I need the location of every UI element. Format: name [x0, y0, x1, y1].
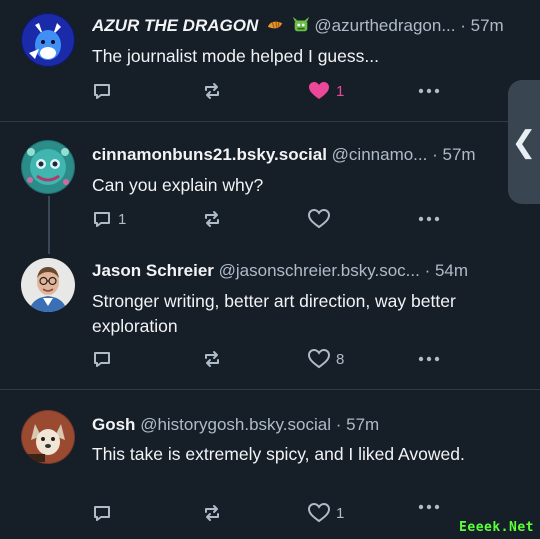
ellipsis-icon	[418, 216, 440, 222]
avatar[interactable]	[21, 258, 75, 312]
reply-button[interactable]	[92, 500, 118, 526]
reply-icon	[94, 84, 110, 99]
heart-outline-icon	[308, 209, 330, 229]
display-name[interactable]: cinnamonbuns21.bsky.social	[92, 145, 327, 164]
post-text: Stronger writing, better art direction, …	[92, 291, 456, 336]
like-button[interactable]: 8	[308, 346, 344, 372]
post-text: The journalist mode helped I guess...	[92, 46, 379, 66]
separator-dot: ·	[424, 261, 431, 280]
repost-icon	[205, 505, 219, 521]
post-actions: 1	[92, 206, 452, 232]
watermark: Eeeek.Net	[459, 520, 534, 535]
reply-icon	[94, 352, 110, 367]
handle[interactable]: @azurthedragon...	[314, 16, 455, 35]
croissant-icon	[267, 21, 283, 29]
reply-icon	[94, 212, 110, 227]
reply-button[interactable]	[92, 346, 118, 372]
post-azurthedragon[interactable]: AZUR THE DRAGON @azurthedragon... · 57m …	[0, 0, 540, 121]
timestamp[interactable]: 57m	[471, 16, 504, 35]
separator-dot: ·	[335, 415, 342, 434]
handle[interactable]: @jasonschreier.bsky.soc...	[219, 261, 420, 280]
display-name[interactable]: AZUR THE DRAGON	[92, 16, 258, 35]
like-count: 1	[336, 82, 345, 100]
dragon-face-icon	[292, 16, 309, 32]
post-jasonschreier[interactable]: Jason Schreier @jasonschreier.bsky.soc..…	[0, 244, 540, 389]
like-button[interactable]: 1	[308, 78, 344, 104]
avatar[interactable]	[21, 13, 75, 67]
like-button[interactable]: 1	[308, 500, 344, 526]
repost-icon	[205, 83, 219, 99]
repost-button[interactable]	[202, 206, 222, 232]
timestamp[interactable]: 54m	[435, 261, 468, 280]
post-cinnamonbuns21[interactable]: cinnamonbuns21.bsky.social @cinnamo... ·…	[0, 122, 540, 244]
heart-outline-icon	[308, 349, 330, 369]
repost-icon	[205, 351, 219, 367]
post-actions: 8	[92, 346, 452, 372]
post-header: cinnamonbuns21.bsky.social @cinnamo... ·…	[92, 144, 512, 166]
more-options-button[interactable]	[418, 78, 440, 104]
chevron-left-icon: ❮	[511, 125, 537, 159]
repost-button[interactable]	[202, 346, 222, 372]
handle[interactable]: @cinnamo...	[332, 145, 428, 164]
avatar[interactable]	[21, 410, 75, 464]
separator-dot: ·	[460, 16, 466, 35]
display-name[interactable]: Jason Schreier	[92, 261, 214, 280]
post-header: Jason Schreier @jasonschreier.bsky.soc..…	[92, 260, 518, 282]
ellipsis-icon	[418, 88, 440, 94]
like-count: 1	[336, 504, 345, 522]
side-panel-handle[interactable]: ❮	[508, 80, 540, 204]
post-actions: 1	[92, 78, 452, 104]
separator-dot: ·	[432, 145, 438, 164]
avatar[interactable]	[21, 140, 75, 194]
heart-filled-icon	[309, 82, 329, 99]
ellipsis-icon	[418, 356, 440, 362]
handle[interactable]: @historygosh.bsky.social	[140, 415, 331, 434]
reply-count: 1	[118, 210, 127, 228]
like-count: 8	[336, 350, 345, 368]
more-options-button[interactable]	[418, 346, 440, 372]
post-header: Gosh @historygosh.bsky.social · 57m	[92, 414, 518, 436]
heart-outline-icon	[308, 503, 330, 523]
timestamp[interactable]: 57m	[346, 415, 379, 434]
post-header: AZUR THE DRAGON @azurthedragon... · 57m	[92, 15, 518, 37]
ellipsis-icon	[418, 504, 440, 510]
like-button[interactable]	[308, 206, 336, 232]
post-text: This take is extremely spicy, and I like…	[92, 444, 465, 464]
reply-button[interactable]	[92, 78, 118, 104]
post-historygosh[interactable]: Gosh @historygosh.bsky.social · 57m This…	[0, 390, 540, 539]
post-actions: 1	[92, 500, 452, 526]
reply-button[interactable]: 1	[92, 206, 126, 232]
repost-icon	[205, 211, 219, 227]
reply-icon	[94, 506, 110, 521]
post-text: Can you explain why?	[92, 175, 264, 195]
display-name[interactable]: Gosh	[92, 415, 135, 434]
repost-button[interactable]	[202, 78, 222, 104]
more-options-button[interactable]	[418, 494, 440, 520]
repost-button[interactable]	[202, 500, 222, 526]
more-options-button[interactable]	[418, 206, 440, 232]
timestamp[interactable]: 57m	[443, 145, 476, 164]
